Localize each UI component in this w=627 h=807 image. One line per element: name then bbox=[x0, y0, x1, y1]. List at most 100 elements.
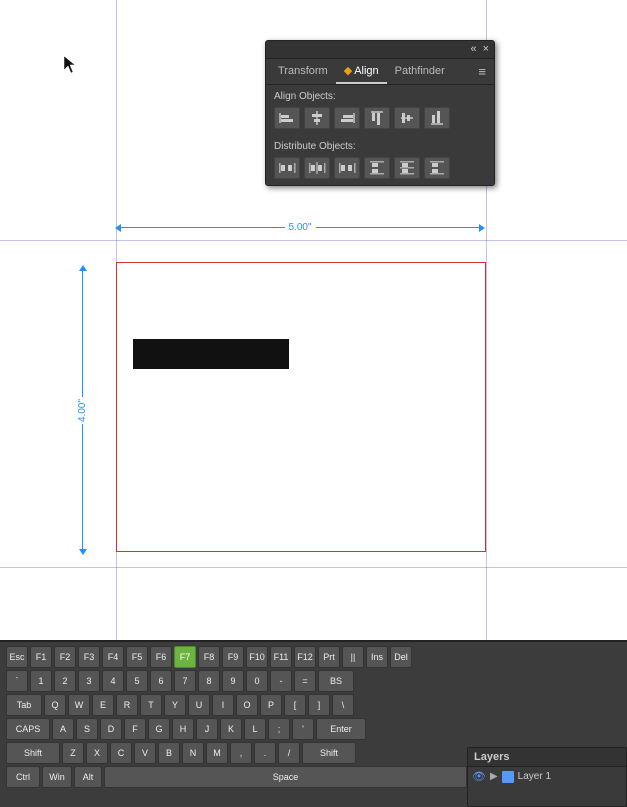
align-v-center-btn[interactable] bbox=[394, 107, 420, 129]
key-4[interactable]: 4 bbox=[102, 670, 124, 692]
key-o[interactable]: O bbox=[236, 694, 258, 716]
key-f9[interactable]: F9 bbox=[222, 646, 244, 668]
key-pause[interactable]: || bbox=[342, 646, 364, 668]
key-shift-right[interactable]: Shift bbox=[302, 742, 356, 764]
key-y[interactable]: Y bbox=[164, 694, 186, 716]
key-backslash[interactable]: \ bbox=[332, 694, 354, 716]
key-rbracket[interactable]: ] bbox=[308, 694, 330, 716]
align-bottom-btn[interactable] bbox=[424, 107, 450, 129]
align-h-center-btn[interactable] bbox=[304, 107, 330, 129]
key-k[interactable]: K bbox=[220, 718, 242, 740]
align-objects-row bbox=[266, 105, 494, 135]
key-quote[interactable]: ' bbox=[292, 718, 314, 740]
key-x[interactable]: X bbox=[86, 742, 108, 764]
panel-collapse-icon[interactable]: « bbox=[470, 44, 476, 55]
key-prt[interactable]: Prt bbox=[318, 646, 340, 668]
key-n[interactable]: N bbox=[182, 742, 204, 764]
key-c[interactable]: C bbox=[110, 742, 132, 764]
distribute-top-btn[interactable] bbox=[364, 157, 390, 179]
key-1[interactable]: 1 bbox=[30, 670, 52, 692]
key-f11[interactable]: F11 bbox=[270, 646, 292, 668]
key-caps-lock[interactable]: CAPS bbox=[6, 718, 50, 740]
key-alt-left[interactable]: Alt bbox=[74, 766, 102, 788]
key-ctrl-left[interactable]: Ctrl bbox=[6, 766, 40, 788]
key-b[interactable]: B bbox=[158, 742, 180, 764]
key-f8[interactable]: F8 bbox=[198, 646, 220, 668]
key-esc[interactable]: Esc bbox=[6, 646, 28, 668]
distribute-center-h-btn[interactable] bbox=[304, 157, 330, 179]
align-left-btn[interactable] bbox=[274, 107, 300, 129]
key-0[interactable]: 0 bbox=[246, 670, 268, 692]
key-d[interactable]: D bbox=[100, 718, 122, 740]
key-i[interactable]: I bbox=[212, 694, 234, 716]
panel-close-icon[interactable]: × bbox=[483, 44, 489, 55]
key-f12[interactable]: F12 bbox=[294, 646, 316, 668]
key-f10[interactable]: F10 bbox=[246, 646, 268, 668]
key-w[interactable]: W bbox=[68, 694, 90, 716]
key-f7[interactable]: F7 bbox=[174, 646, 196, 668]
key-7[interactable]: 7 bbox=[174, 670, 196, 692]
key-space[interactable]: Space bbox=[104, 766, 467, 788]
key-f2[interactable]: F2 bbox=[54, 646, 76, 668]
key-q[interactable]: Q bbox=[44, 694, 66, 716]
key-enter[interactable]: Enter bbox=[316, 718, 366, 740]
key-shift-left[interactable]: Shift bbox=[6, 742, 60, 764]
distribute-right-btn[interactable] bbox=[334, 157, 360, 179]
key-e[interactable]: E bbox=[92, 694, 114, 716]
tab-pathfinder[interactable]: Pathfinder bbox=[387, 60, 453, 84]
key-lbracket[interactable]: [ bbox=[284, 694, 306, 716]
key-g[interactable]: G bbox=[148, 718, 170, 740]
key-r[interactable]: R bbox=[116, 694, 138, 716]
key-v[interactable]: V bbox=[134, 742, 156, 764]
key-a[interactable]: A bbox=[52, 718, 74, 740]
keyboard-row-numbers: ` 1 2 3 4 5 6 7 8 9 0 - = BS bbox=[6, 670, 621, 692]
key-del[interactable]: Del bbox=[390, 646, 412, 668]
key-h[interactable]: H bbox=[172, 718, 194, 740]
key-f5[interactable]: F5 bbox=[126, 646, 148, 668]
key-l[interactable]: L bbox=[244, 718, 266, 740]
key-t[interactable]: T bbox=[140, 694, 162, 716]
key-tab[interactable]: Tab bbox=[6, 694, 42, 716]
key-semicolon[interactable]: ; bbox=[268, 718, 290, 740]
key-minus[interactable]: - bbox=[270, 670, 292, 692]
key-f6[interactable]: F6 bbox=[150, 646, 172, 668]
key-j[interactable]: J bbox=[196, 718, 218, 740]
distribute-bottom-btn[interactable] bbox=[424, 157, 450, 179]
tab-transform[interactable]: Transform bbox=[270, 60, 336, 84]
key-f3[interactable]: F3 bbox=[78, 646, 100, 668]
key-period[interactable]: . bbox=[254, 742, 276, 764]
key-3[interactable]: 3 bbox=[78, 670, 100, 692]
key-p[interactable]: P bbox=[260, 694, 282, 716]
key-slash[interactable]: / bbox=[278, 742, 300, 764]
key-5[interactable]: 5 bbox=[126, 670, 148, 692]
guide-horizontal-top bbox=[0, 240, 627, 241]
panel-menu-icon[interactable]: ≡ bbox=[474, 60, 490, 83]
key-ins[interactable]: Ins bbox=[366, 646, 388, 668]
key-z[interactable]: Z bbox=[62, 742, 84, 764]
layers-visibility-icon[interactable]: 👁 bbox=[472, 770, 486, 783]
key-f1[interactable]: F1 bbox=[30, 646, 52, 668]
key-comma[interactable]: , bbox=[230, 742, 252, 764]
key-8[interactable]: 8 bbox=[198, 670, 220, 692]
tab-align[interactable]: ◆Align bbox=[336, 59, 387, 84]
align-right-btn[interactable] bbox=[334, 107, 360, 129]
key-m[interactable]: M bbox=[206, 742, 228, 764]
align-objects-label: Align Objects: bbox=[266, 85, 494, 105]
layers-panel: Layers 👁 ▶ Layer 1 bbox=[467, 747, 627, 807]
distribute-objects-row bbox=[266, 155, 494, 185]
key-u[interactable]: U bbox=[188, 694, 210, 716]
align-top-btn[interactable] bbox=[364, 107, 390, 129]
distribute-center-v-btn[interactable] bbox=[394, 157, 420, 179]
key-6[interactable]: 6 bbox=[150, 670, 172, 692]
key-backspace[interactable]: BS bbox=[318, 670, 354, 692]
key-equals[interactable]: = bbox=[294, 670, 316, 692]
layers-expand-icon[interactable]: ▶ bbox=[490, 771, 498, 782]
key-9[interactable]: 9 bbox=[222, 670, 244, 692]
key-f[interactable]: F bbox=[124, 718, 146, 740]
distribute-left-btn[interactable] bbox=[274, 157, 300, 179]
key-f4[interactable]: F4 bbox=[102, 646, 124, 668]
key-win[interactable]: Win bbox=[42, 766, 72, 788]
key-backtick[interactable]: ` bbox=[6, 670, 28, 692]
key-s[interactable]: S bbox=[76, 718, 98, 740]
key-2[interactable]: 2 bbox=[54, 670, 76, 692]
